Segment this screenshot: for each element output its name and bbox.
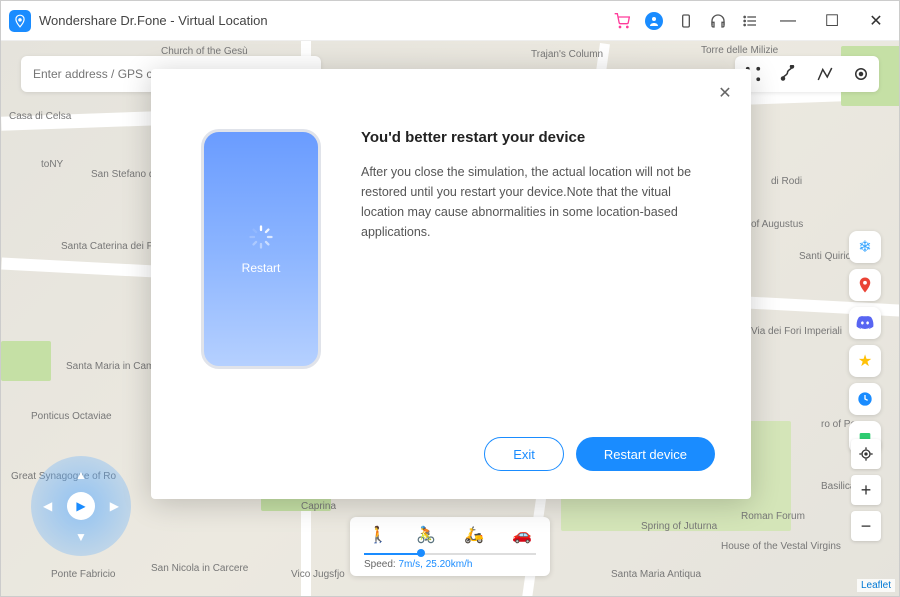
bike-mode-icon[interactable]: 🚴: [416, 525, 436, 545]
app-window: Wondershare Dr.Fone - Virtual Location —…: [0, 0, 900, 597]
modal-title: You'd better restart your device: [361, 129, 715, 146]
speed-modes: 🚶 🚴 🛵 🚗: [364, 525, 536, 549]
speed-label: Speed: 7m/s, 25.20km/h: [364, 559, 536, 570]
map-label: Vico Jugsfjo: [291, 569, 345, 580]
star-icon[interactable]: ★: [849, 345, 881, 377]
phone-restart-label: Restart: [242, 261, 281, 275]
speed-value-2: 25.20km/h: [426, 559, 473, 570]
locate-button[interactable]: [851, 439, 881, 469]
leaflet-attribution[interactable]: Leaflet: [857, 579, 895, 592]
minimize-button[interactable]: —: [773, 6, 803, 36]
spinner-icon: [247, 223, 275, 251]
list-icon[interactable]: [741, 12, 759, 30]
device-icon[interactable]: [677, 12, 695, 30]
restart-device-button[interactable]: Restart device: [576, 437, 715, 471]
modal-actions: Exit Restart device: [484, 437, 715, 471]
scooter-mode-icon[interactable]: 🛵: [464, 525, 484, 545]
speed-value-1: 7m/s,: [398, 559, 422, 570]
close-button[interactable]: ✕: [861, 6, 891, 36]
titlebar: Wondershare Dr.Fone - Virtual Location —…: [1, 1, 899, 41]
app-logo-icon: [9, 10, 31, 32]
titlebar-actions: — ☐ ✕: [613, 6, 891, 36]
freeze-icon[interactable]: ❄: [849, 231, 881, 263]
map-label: Caprina: [301, 501, 336, 512]
map-label: Torre delle Milizie: [701, 45, 778, 56]
jump-route-icon[interactable]: [779, 64, 799, 84]
map-label: Ponticus Octaviae: [31, 411, 112, 422]
joystick[interactable]: ▲ ▼ ◀ ▶ ▶: [31, 456, 131, 556]
modal-body: Restart You'd better restart your device…: [187, 129, 715, 369]
speed-slider[interactable]: [364, 553, 536, 555]
map-label: Santi Quirico: [799, 251, 856, 262]
map-label: Spring of Juturna: [641, 521, 717, 532]
speed-slider-fill: [364, 553, 421, 555]
zoom-panel: + −: [851, 439, 881, 541]
modal-close-icon[interactable]: ✕: [715, 83, 735, 103]
center-target-icon[interactable]: [851, 64, 871, 84]
maximize-button[interactable]: ☐: [817, 6, 847, 36]
headset-icon[interactable]: [709, 12, 727, 30]
route-tools: [735, 56, 879, 92]
map-label: Casa di Celsa: [9, 111, 71, 122]
gmaps-icon[interactable]: [849, 269, 881, 301]
map-label: San Nicola in Carcere: [151, 563, 248, 574]
joystick-right-icon[interactable]: ▶: [110, 499, 119, 513]
cart-icon[interactable]: [613, 12, 631, 30]
zoom-out-button[interactable]: −: [851, 511, 881, 541]
path-route-icon[interactable]: [815, 64, 835, 84]
joystick-left-icon[interactable]: ◀: [43, 499, 52, 513]
speed-bar: 🚶 🚴 🛵 🚗 Speed: 7m/s, 25.20km/h: [350, 517, 550, 576]
map-label: toNY: [41, 159, 63, 170]
clock-icon[interactable]: [849, 383, 881, 415]
map-label: Ponte Fabricio: [51, 569, 115, 580]
joystick-up-icon[interactable]: ▲: [75, 468, 87, 482]
zoom-in-button[interactable]: +: [851, 475, 881, 505]
car-mode-icon[interactable]: 🚗: [512, 525, 532, 545]
map-park: [1, 341, 51, 381]
walk-mode-icon[interactable]: 🚶: [368, 525, 388, 545]
modal-description: After you close the simulation, the actu…: [361, 162, 715, 242]
map-label: di Rodi: [771, 176, 802, 187]
app-title: Wondershare Dr.Fone - Virtual Location: [39, 13, 613, 28]
side-panel: ❄ ★: [849, 231, 881, 453]
joystick-play-icon[interactable]: ▶: [67, 492, 95, 520]
speed-prefix: Speed:: [364, 559, 398, 570]
restart-modal: ✕ Restart You'd better restart your devi…: [151, 69, 751, 499]
map-label: House of the Vestal Virgins: [721, 541, 841, 552]
joystick-down-icon[interactable]: ▼: [75, 530, 87, 544]
user-icon[interactable]: [645, 12, 663, 30]
discord-icon[interactable]: [849, 307, 881, 339]
speed-slider-thumb[interactable]: [417, 549, 425, 557]
phone-illustration: Restart: [201, 129, 321, 369]
modal-text: You'd better restart your device After y…: [361, 129, 715, 369]
map-label: Santa Maria Antiqua: [611, 569, 701, 580]
map-label: of Augustus: [751, 219, 803, 230]
map-label: Via dei Fori Imperiali: [751, 326, 842, 337]
map-label: Roman Forum: [741, 511, 805, 522]
exit-button[interactable]: Exit: [484, 437, 564, 471]
